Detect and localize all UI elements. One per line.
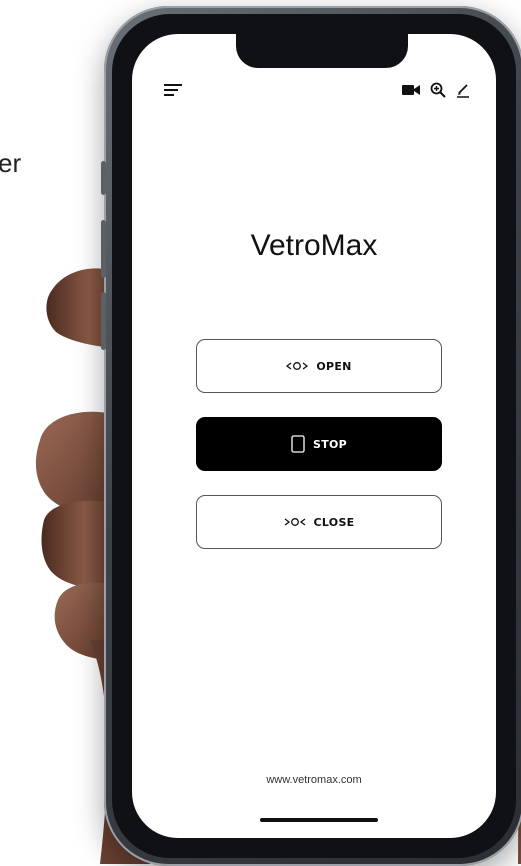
app-toolbar (132, 80, 496, 104)
pencil-edit-icon[interactable] (456, 82, 470, 98)
stop-button[interactable]: STOP (196, 417, 442, 471)
home-indicator[interactable] (260, 818, 378, 822)
close-arrows-icon (284, 518, 305, 526)
app-title: VetroMax (250, 229, 378, 262)
stop-square-icon (291, 435, 305, 453)
open-button-label: OPEN (316, 359, 352, 373)
close-button-label: CLOSE (313, 515, 355, 529)
toolbar-actions (402, 82, 470, 98)
volume-down-button (101, 292, 106, 350)
background-partial-text: er (0, 148, 22, 178)
hamburger-menu-icon[interactable] (164, 84, 182, 98)
volume-up-button (101, 220, 106, 278)
phone-device: VetroMax OPEN STOP CLOSE www.vetromax.co… (101, 6, 521, 866)
open-button[interactable]: OPEN (196, 339, 442, 393)
camera-notch (236, 34, 408, 68)
phone-bezel: VetroMax OPEN STOP CLOSE www.vetromax.co… (112, 14, 516, 858)
stop-button-label: STOP (312, 437, 348, 451)
video-camera-icon[interactable] (402, 83, 420, 97)
close-button[interactable]: CLOSE (196, 495, 442, 549)
zoom-search-icon[interactable] (430, 82, 446, 98)
footer-website-link[interactable]: www.vetromax.com (132, 774, 496, 786)
open-arrows-icon (286, 362, 309, 370)
phone-screen: VetroMax OPEN STOP CLOSE www.vetromax.co… (132, 34, 496, 838)
mute-switch (101, 161, 106, 195)
